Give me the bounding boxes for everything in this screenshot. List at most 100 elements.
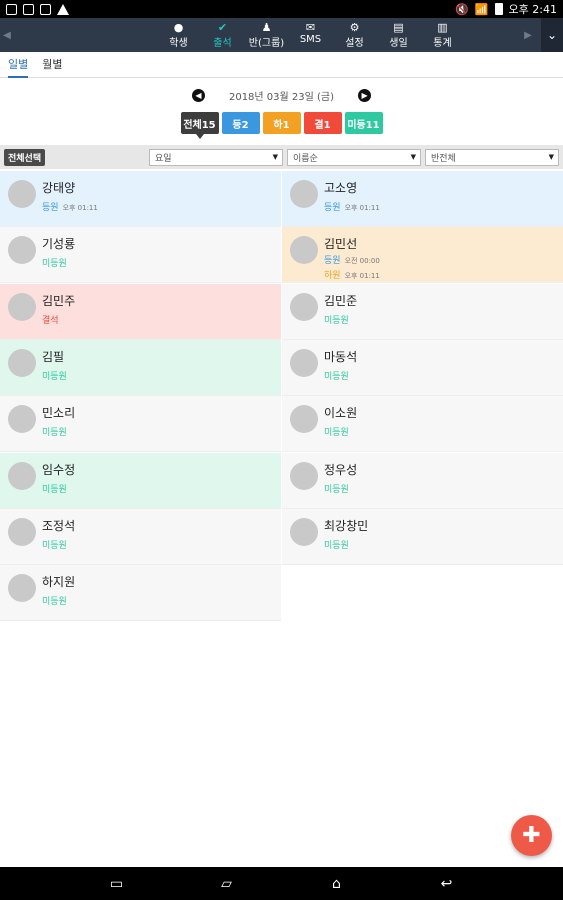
nav-item-sms[interactable]: ✉ SMS <box>289 21 333 49</box>
status-label: 등원 <box>324 256 341 267</box>
recent-apps-icon[interactable]: ▱ <box>211 876 243 892</box>
nav-item-settings[interactable]: ⚙ 설정 <box>333 21 377 49</box>
filter-none-button[interactable]: 미등11 <box>344 112 383 134</box>
attendance-status: 미등원 <box>42 538 67 551</box>
student-card[interactable]: 김민주 결석 <box>0 283 281 340</box>
avatar <box>8 405 36 434</box>
attendance-status: 미등원 <box>324 482 349 495</box>
status-label: 미등원 <box>324 428 349 439</box>
student-card[interactable]: 이소원미등원 <box>282 396 563 453</box>
caret-down-icon: ▼ <box>548 153 554 161</box>
student-name: 이소원 <box>324 406 358 421</box>
status-label: 미등원 <box>42 371 67 382</box>
select-all-button[interactable]: 전체선택 <box>4 148 46 166</box>
mute-icon: 🔇 <box>455 2 469 16</box>
nav-item-stats[interactable]: ▥ 통계 <box>421 21 465 49</box>
student-name: 하지원 <box>42 575 76 590</box>
student-card[interactable]: 강태양 등원 오후 01:11 <box>0 171 281 227</box>
status-label: 미등원 <box>42 540 67 551</box>
student-card[interactable]: 조정석미등원 <box>0 508 281 565</box>
sort-select[interactable]: 이름순 ▼ <box>287 148 421 166</box>
status-label: 미등원 <box>324 540 349 551</box>
tab-daily[interactable]: 일별 <box>8 52 29 78</box>
group-icon: ♟ <box>261 21 272 34</box>
add-attendance-button[interactable]: ✚ <box>511 815 552 856</box>
class-select[interactable]: 반전체 ▼ <box>425 148 559 166</box>
nav-dropdown-button[interactable]: ⌄ <box>541 18 563 52</box>
nav-item-groups[interactable]: ♟ 반(그룹) <box>245 21 289 49</box>
avatar <box>290 292 318 321</box>
screenshot-icon[interactable]: ▭ <box>101 876 133 892</box>
status-time: 오후 01:11 <box>62 204 98 212</box>
filter-all-button[interactable]: 전체15 <box>180 112 219 139</box>
student-card[interactable]: 고소영등원 오후 01:11 <box>282 171 563 227</box>
nav-item-label: 학생 <box>169 38 188 49</box>
attendance-status: 미등원 <box>324 369 349 382</box>
day-select-value: 요일 <box>155 153 172 164</box>
avatar <box>8 574 36 603</box>
student-name: 김민선 <box>324 237 358 252</box>
status-label: 미등원 <box>42 259 67 270</box>
student-name: 임수정 <box>42 462 76 477</box>
day-select[interactable]: 요일 ▼ <box>149 148 283 166</box>
mail-icon: ✉ <box>305 21 316 34</box>
student-card[interactable]: 민소리 미등원 <box>0 396 281 453</box>
filter-out-button[interactable]: 하1 <box>262 112 301 134</box>
attendance-status: 미등원 <box>42 425 67 438</box>
attendance-status: 등원 오후 01:11 <box>324 200 380 213</box>
status-label: 미등원 <box>324 371 349 382</box>
nav-item-attendance[interactable]: ✔ 출석 <box>201 21 245 49</box>
cake-icon: ▤ <box>393 21 404 34</box>
avatar <box>8 236 36 265</box>
avatar <box>8 461 36 490</box>
student-name: 조정석 <box>42 518 76 533</box>
add-icon: ✚ <box>522 823 541 848</box>
nav-left-arrow-icon[interactable]: ◀ <box>0 30 14 41</box>
avatar <box>290 236 318 265</box>
home-icon[interactable]: ⌂ <box>321 876 353 892</box>
student-card[interactable]: 최강창민미등원 <box>282 508 563 565</box>
caret-down-icon: ▼ <box>410 153 416 161</box>
chart-icon: ▥ <box>437 21 448 34</box>
student-card[interactable]: 김민선 등원 오전 00:00 하원 오후 01:11 <box>282 227 563 284</box>
nav-item-label: 반(그룹) <box>248 38 285 49</box>
student-card[interactable]: 기성룡 미등원 <box>0 227 281 284</box>
filter-absent-button[interactable]: 결1 <box>303 112 342 134</box>
attendance-status: 미등원 <box>42 256 67 269</box>
warning-icon <box>57 3 69 15</box>
nav-right-arrow-icon[interactable]: ▶ <box>521 30 535 41</box>
status-label: 미등원 <box>42 484 67 495</box>
status-label: 결석 <box>42 315 59 326</box>
avatar <box>290 517 318 546</box>
student-card[interactable]: 정우성 미등원 <box>282 452 563 509</box>
attendance-status: 미등원 <box>42 369 67 382</box>
caret-down-icon: ▼ <box>272 153 278 161</box>
date-selector: ◀ 2018년 03월 23일 (금) ▶ <box>0 86 563 104</box>
system-nav-bar: ▭ ▱ ⌂ ↩ <box>0 867 563 900</box>
prev-date-button[interactable]: ◀ <box>191 88 205 102</box>
student-name: 고소영 <box>324 181 358 195</box>
student-card[interactable]: 하지원미등원 <box>0 565 281 622</box>
student-name: 김필 <box>42 349 65 364</box>
tab-monthly[interactable]: 월별 <box>42 52 62 78</box>
status-label: 미등원 <box>324 484 349 495</box>
next-date-button[interactable]: ▶ <box>358 88 372 102</box>
student-card[interactable]: 임수정미등원 <box>0 452 281 509</box>
filter-in-button[interactable]: 등2 <box>221 112 260 134</box>
attendance-status: 미등원 <box>42 594 67 607</box>
status-label: 등원 <box>324 203 341 213</box>
student-card[interactable]: 마동석미등원 <box>282 339 563 396</box>
attendance-status: 미등원 <box>324 313 349 326</box>
attendance-status: 등원 오전 00:00 <box>324 253 380 266</box>
back-icon[interactable]: ↩ <box>431 876 463 892</box>
student-name: 마동석 <box>324 349 358 364</box>
student-name: 최강창민 <box>324 518 369 533</box>
student-card[interactable]: 김필미등원 <box>0 339 281 396</box>
avatar <box>290 348 318 377</box>
nav-item-birthday[interactable]: ▤ 생일 <box>377 21 421 49</box>
nav-item-label: 출석 <box>213 38 232 49</box>
image-icon <box>6 3 17 15</box>
nav-item-students[interactable]: ● 학생 <box>157 21 201 49</box>
student-card[interactable]: 김민준 미등원 <box>282 283 563 340</box>
gallery-icon <box>40 3 51 15</box>
